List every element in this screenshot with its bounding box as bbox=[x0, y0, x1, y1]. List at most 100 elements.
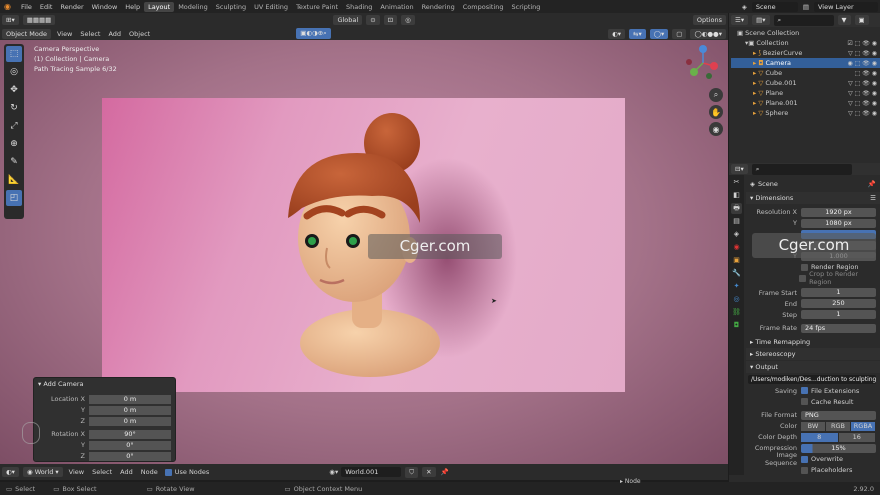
particles-tab-icon[interactable]: ✦ bbox=[731, 281, 742, 292]
cache-result-checkbox[interactable]: Cache Result bbox=[801, 398, 853, 406]
time-remapping-panel[interactable]: ▸ Time Remapping bbox=[746, 336, 880, 348]
snap-button[interactable]: ⊡ bbox=[383, 15, 398, 25]
output-tab-icon[interactable]: 🖶 bbox=[731, 203, 742, 214]
step-field[interactable]: 1 bbox=[801, 310, 876, 320]
rotation-z-field[interactable]: 0° bbox=[89, 451, 171, 461]
transform-mode-buttons[interactable]: ▦▦▦▦ bbox=[22, 15, 56, 25]
menu-node[interactable]: Node bbox=[137, 468, 162, 476]
color-rgba-button[interactable]: RGBA bbox=[851, 421, 875, 431]
options-dropdown[interactable]: Options bbox=[692, 15, 726, 25]
view-layer-selector[interactable]: View Layer bbox=[814, 1, 878, 12]
outliner-scene-collection[interactable]: ▣ Scene Collection bbox=[731, 28, 880, 38]
menu-help[interactable]: Help bbox=[121, 3, 144, 11]
outliner-item-cube[interactable]: ▸ ▽ Cube ⬚ 👁 ◉ bbox=[731, 68, 880, 78]
file-format-dropdown[interactable]: PNG bbox=[801, 410, 876, 420]
render-tab-icon[interactable]: ◧ bbox=[731, 190, 742, 201]
tab-modeling[interactable]: Modeling bbox=[174, 2, 212, 12]
rotate-tool-icon[interactable]: ↻ bbox=[6, 100, 22, 116]
color-rgb-button[interactable]: RGB bbox=[826, 421, 850, 431]
world-name-field[interactable]: World.001 bbox=[341, 467, 402, 477]
world-tab-icon[interactable]: ◉ bbox=[731, 242, 742, 253]
crop-region-checkbox[interactable]: Crop to Render Region bbox=[746, 270, 880, 286]
modifier-tab-icon[interactable]: 🔧 bbox=[731, 268, 742, 279]
mode-dropdown[interactable]: Object Mode bbox=[2, 28, 51, 39]
filter-icon[interactable]: ▼ bbox=[837, 15, 851, 25]
outliner-item-plane-001[interactable]: ▸ ▽ Plane.001 ▽ ⬚ 👁 ◉ bbox=[731, 98, 880, 108]
output-panel-header[interactable]: ▾ Output bbox=[746, 360, 880, 373]
location-z-field[interactable]: 0 m bbox=[89, 416, 171, 426]
menu-view-bottom[interactable]: View bbox=[65, 468, 88, 476]
rotation-y-field[interactable]: 0° bbox=[89, 440, 171, 450]
frame-start-field[interactable]: 1 bbox=[801, 288, 876, 298]
menu-view[interactable]: View bbox=[53, 30, 76, 38]
measure-tool-icon[interactable]: 📐 bbox=[6, 172, 22, 188]
physics-tab-icon[interactable]: ◎ bbox=[731, 294, 742, 305]
gizmo-toggle-button[interactable]: ⇆▾ bbox=[629, 28, 646, 39]
outliner-item-beziercurve[interactable]: ▸ ⟆ BezierCurve ▽ ⬚ 👁 ◉ bbox=[731, 48, 880, 58]
tool-tab-icon[interactable]: ✂ bbox=[731, 177, 742, 188]
menu-edit[interactable]: Edit bbox=[36, 3, 57, 11]
pivot-button[interactable]: ⊙ bbox=[366, 15, 380, 25]
node-sidebar-tab[interactable]: ▸ Node bbox=[620, 478, 641, 485]
menu-object[interactable]: Object bbox=[125, 30, 154, 38]
object-tab-icon[interactable]: ▣ bbox=[731, 255, 742, 266]
rotation-x-field[interactable]: 90° bbox=[89, 429, 171, 439]
output-path-field[interactable]: /Users/modiken/Des...duction to sculptin… bbox=[748, 375, 876, 385]
menu-select[interactable]: Select bbox=[76, 30, 104, 38]
menu-select-bottom[interactable]: Select bbox=[88, 468, 116, 476]
pan-hand-icon[interactable]: ✋ bbox=[709, 105, 723, 119]
presets-icon[interactable]: ☰ bbox=[870, 194, 876, 202]
selectability-visibility-icons[interactable]: ▣◐◑⊕⌕ bbox=[296, 28, 331, 39]
frame-end-field[interactable]: 250 bbox=[801, 299, 876, 309]
blender-logo-icon[interactable]: ◉ bbox=[4, 2, 14, 11]
editor-type-button[interactable]: ⊞▾ bbox=[2, 15, 19, 25]
menu-window[interactable]: Window bbox=[88, 3, 122, 11]
scale-tool-icon[interactable]: ⤢ bbox=[6, 118, 22, 134]
outliner-item-cube-001[interactable]: ▸ ▽ Cube.001 ▽ ⬚ 👁 ◉ bbox=[731, 78, 880, 88]
view-object-types-button[interactable]: ◐▾ bbox=[608, 28, 626, 39]
move-tool-icon[interactable]: ✥ bbox=[6, 82, 22, 98]
properties-search-input[interactable]: ⌕ bbox=[751, 163, 852, 175]
zoom-icon[interactable]: ⌕ bbox=[709, 88, 723, 102]
outliner-item-plane[interactable]: ▸ ▽ Plane ▽ ⬚ 👁 ◉ bbox=[731, 88, 880, 98]
location-x-field[interactable]: 0 m bbox=[89, 394, 171, 404]
outliner-collection[interactable]: ▾▣ Collection ☑ ⬚ 👁 ◉ bbox=[731, 38, 880, 48]
tab-animation[interactable]: Animation bbox=[376, 2, 417, 12]
x-axis-icon[interactable] bbox=[710, 62, 718, 70]
tab-layout[interactable]: Layout bbox=[144, 1, 175, 12]
depth-8-button[interactable]: 8 bbox=[801, 432, 838, 442]
tab-compositing[interactable]: Compositing bbox=[459, 2, 508, 12]
menu-add[interactable]: Add bbox=[104, 30, 125, 38]
proportional-edit-button[interactable]: ◎ bbox=[401, 15, 415, 25]
navigation-gizmo[interactable] bbox=[684, 44, 722, 82]
view-layer-tab-icon[interactable]: ▤ bbox=[731, 216, 742, 227]
resolution-x-field[interactable]: 1920 px bbox=[801, 207, 876, 217]
tab-sculpting[interactable]: Sculpting bbox=[212, 2, 250, 12]
tab-texture-paint[interactable]: Texture Paint bbox=[292, 2, 342, 12]
tab-uv-editing[interactable]: UV Editing bbox=[250, 2, 292, 12]
overlay-toggle-button[interactable]: ◯▾ bbox=[649, 28, 669, 39]
overwrite-checkbox[interactable]: Overwrite bbox=[801, 455, 843, 463]
menu-add-bottom[interactable]: Add bbox=[116, 468, 137, 476]
location-y-field[interactable]: 0 m bbox=[89, 405, 171, 415]
placeholders-checkbox[interactable]: Placeholders bbox=[801, 466, 852, 474]
tab-scripting[interactable]: Scripting bbox=[508, 2, 545, 12]
dimensions-panel-header[interactable]: ▾ Dimensions ☰ bbox=[746, 192, 880, 204]
outliner-search-input[interactable]: ⌕ bbox=[773, 14, 834, 26]
xray-button[interactable]: ▢ bbox=[672, 28, 687, 39]
world-dropdown[interactable]: ◉ World ▾ bbox=[22, 467, 63, 477]
outliner-item-sphere[interactable]: ▸ ▽ Sphere ▽ ⬚ 👁 ◉ bbox=[731, 108, 880, 118]
menu-render[interactable]: Render bbox=[56, 3, 87, 11]
fake-user-button[interactable]: ⛉ bbox=[405, 466, 419, 478]
constraints-tab-icon[interactable]: ⛓ bbox=[731, 307, 742, 318]
orientation-dropdown[interactable]: Global bbox=[333, 15, 363, 25]
outliner-editor-type-button[interactable]: ☰▾ bbox=[731, 15, 749, 25]
z-axis-icon[interactable] bbox=[699, 45, 707, 53]
pin-icon[interactable]: 📌 bbox=[868, 180, 876, 188]
unlink-button[interactable]: ✕ bbox=[422, 467, 436, 477]
use-nodes-checkbox[interactable]: Use Nodes bbox=[164, 468, 209, 476]
stereoscopy-panel[interactable]: ▸ Stereoscopy bbox=[746, 347, 880, 360]
tab-shading[interactable]: Shading bbox=[342, 2, 376, 12]
display-mode-button[interactable]: ▤▾ bbox=[752, 15, 770, 25]
shading-mode-buttons[interactable]: ◯◐●●▾ bbox=[690, 28, 726, 39]
